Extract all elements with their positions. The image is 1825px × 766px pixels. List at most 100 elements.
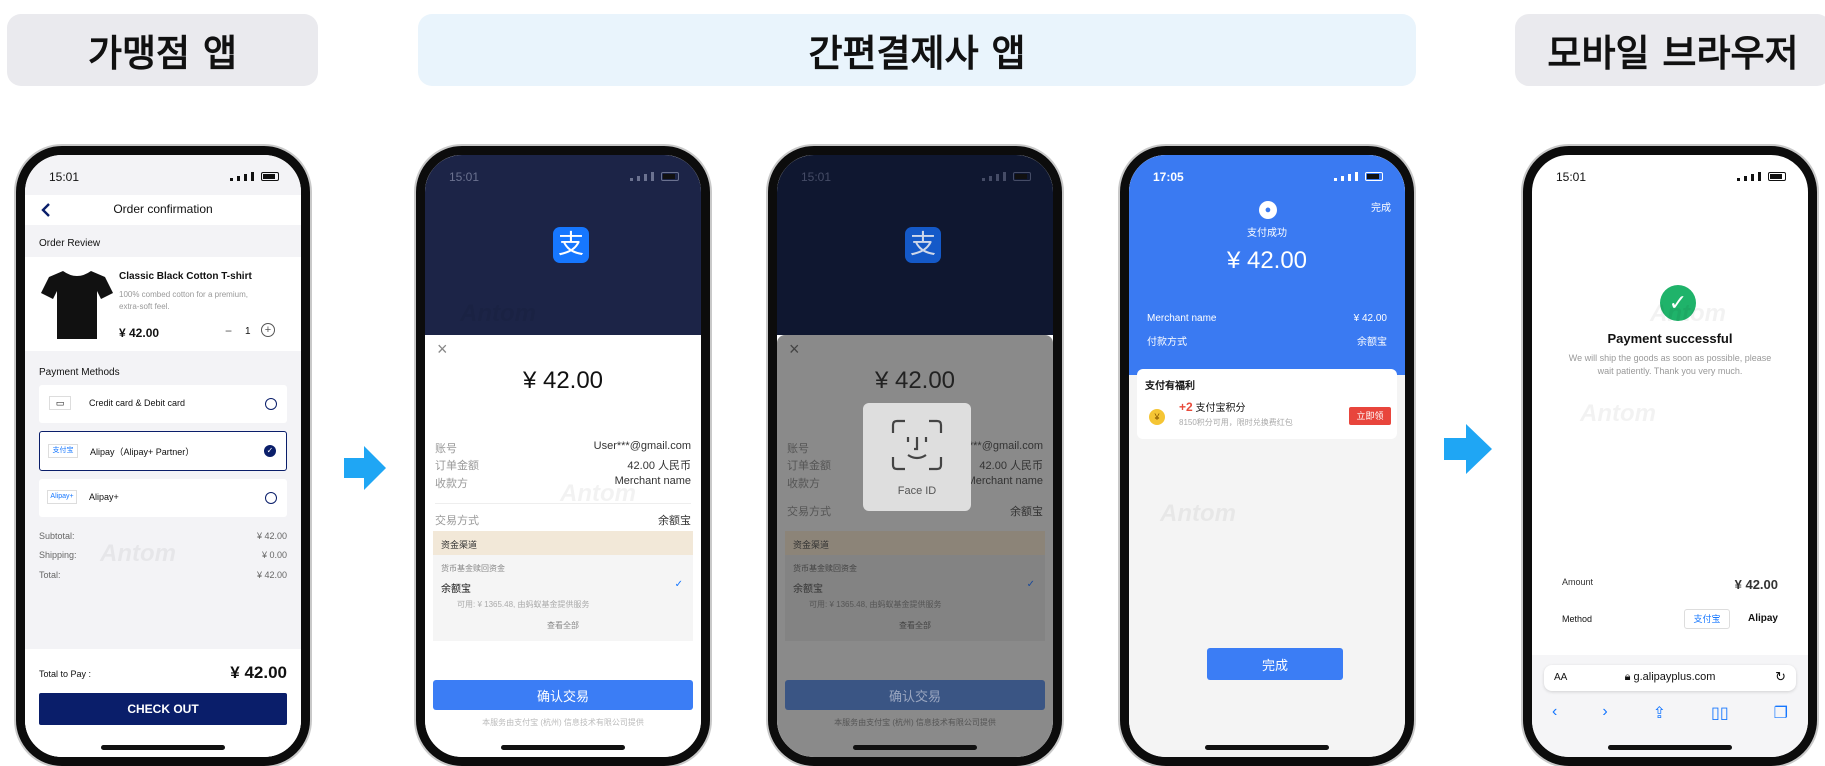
phone-wallet-success: 17:05 完成 ● 支付成功 ¥ 42.00 Merchant name ¥ 4…: [1120, 146, 1414, 766]
pay-method-value: 余额宝: [658, 515, 691, 527]
face-id-overlay: Face ID: [863, 403, 971, 511]
header-merchant-app-label: 가맹점 앱: [87, 32, 238, 75]
phone-wallet-confirm: 15:01 支 × ¥ 42.00 账号 User***@gmail.com 订单…: [416, 146, 710, 766]
summary-row: Shipping: ¥ 0.00: [39, 550, 287, 560]
home-indicator: [853, 745, 977, 750]
summary-row: Total: ¥ 42.00: [39, 570, 287, 580]
points-sub: 8150积分可用，限时兑换费红包: [1179, 418, 1293, 427]
status-bar: 15:01: [777, 167, 1053, 185]
claim-button[interactable]: 立即领: [1349, 407, 1391, 425]
signal-wifi-battery-icons: [1737, 172, 1786, 181]
done-top-link[interactable]: 完成: [1371, 199, 1391, 214]
view-all-link[interactable]: 查看全部: [433, 610, 693, 631]
alipay-badge: 支付宝: [48, 444, 78, 458]
fund-channel-item: 余额宝 ✓: [793, 579, 1035, 595]
method-row: Method 支付宝 Alipay: [1562, 607, 1778, 633]
fund-channel-item[interactable]: 余额宝 ✓: [433, 574, 693, 595]
header-mobile-browser: 모바일 브라우저: [1515, 14, 1825, 86]
fund-channel-available: 可用: ¥ 1365.48, 由蚂蚁基金提供服务: [809, 600, 942, 609]
product-card: Classic Black Cotton T-shirt 100% combed…: [25, 257, 301, 351]
status-time: 17:05: [1153, 170, 1184, 184]
signal-wifi-battery-icons: [630, 172, 679, 181]
fund-channel-sub: 货币基金赎回资金: [441, 564, 505, 573]
payment-option-label: Alipay（Alipay+ Partner）: [90, 447, 195, 457]
payment-sheet: × ¥ 42.00 账号 User***@gmail.com 订单金额 42.00 …: [425, 335, 701, 757]
face-id-label: Face ID: [897, 485, 937, 497]
pay-method-row[interactable]: 交易方式 余额宝: [435, 503, 691, 528]
checkout-button[interactable]: CHECK OUT: [39, 693, 287, 725]
minus-button[interactable]: −: [225, 324, 232, 338]
arrow-right-icon: [1444, 424, 1492, 474]
status-time: 15:01: [1556, 170, 1587, 184]
payment-option-alipay[interactable]: 支付宝 Alipay（Alipay+ Partner） ✓: [39, 431, 287, 471]
confirm-transaction-button: 确认交易: [785, 680, 1045, 710]
back-icon[interactable]: ‹: [1552, 703, 1557, 723]
fund-channel-box: 资金渠道 货币基金赎回资金 余额宝 ✓ 可用: ¥ 1365.48, 由蚂蚁基金提…: [433, 531, 693, 641]
address-bar[interactable]: AA 🔒︎ g.alipayplus.com ↻: [1544, 665, 1796, 691]
home-indicator: [1608, 745, 1732, 750]
credit-card-icon: ▭: [49, 396, 71, 410]
fund-channel-title: 资金渠道: [785, 531, 1045, 555]
checkout-panel: Total to Pay : ¥ 42.00 CHECK OUT: [25, 649, 301, 757]
status-time: 15:01: [449, 170, 480, 184]
product-description: 100% combed cotton for a premium, extra-…: [119, 290, 248, 311]
success-check-icon: ✓: [1660, 285, 1696, 321]
phone-wallet-faceid: 15:01 支 × ¥ 42.00 账号 User***@gmail.com 订单…: [768, 146, 1062, 766]
product-name: Classic Black Cotton T-shirt: [119, 271, 252, 282]
benefit-title: 支付有福利: [1145, 381, 1195, 392]
share-icon[interactable]: ⇪: [1653, 703, 1666, 723]
radio-unchecked[interactable]: [265, 492, 277, 504]
home-indicator: [101, 745, 225, 750]
service-footer: 本服务由支付宝 (杭州) 信息技术有限公司提供: [482, 718, 644, 727]
radio-unchecked[interactable]: [265, 398, 277, 410]
service-footer: 本服务由支付宝 (杭州) 信息技术有限公司提供: [834, 718, 996, 727]
radio-checked[interactable]: ✓: [264, 445, 276, 457]
signal-wifi-battery-icons: [982, 172, 1031, 181]
detail-row: 订单金额 42.00 人民币: [435, 460, 691, 472]
payment-sheet-dimmed: × ¥ 42.00 账号 User***@gmail.com 订单金额 42.00 …: [777, 335, 1053, 757]
tabs-icon[interactable]: ❐: [1774, 703, 1788, 723]
signal-wifi-battery-icons: [230, 172, 279, 181]
confirm-transaction-button[interactable]: 确认交易: [433, 680, 693, 710]
plus-button[interactable]: +: [261, 323, 275, 337]
forward-icon[interactable]: ›: [1602, 703, 1607, 723]
alipay-plus-badge: Alipay+: [47, 490, 77, 504]
status-bar: 15:01: [425, 167, 701, 185]
header-mobile-browser-label: 모바일 브라우저: [1547, 32, 1799, 75]
home-indicator: [501, 745, 625, 750]
reload-icon[interactable]: ↻: [1775, 669, 1786, 685]
merchant-row: Merchant name ¥ 42.00: [1147, 313, 1387, 324]
phone-merchant-app: 15:01 Order confirmation Order Review Cl…: [16, 146, 310, 766]
payment-success-title: Payment successful: [1607, 331, 1733, 346]
status-time: 15:01: [801, 170, 832, 184]
url-text[interactable]: 🔒︎ g.alipayplus.com: [1544, 671, 1796, 684]
payment-option-card[interactable]: ▭ Credit card & Debit card: [39, 385, 287, 423]
close-icon[interactable]: ×: [789, 339, 800, 360]
benefit-card: 支付有福利 ¥ +2 支付宝积分 8150积分可用，限时兑换费红包 立即领: [1137, 369, 1397, 439]
total-to-pay-value: ¥ 42.00: [230, 663, 287, 682]
tshirt-image: [41, 271, 113, 339]
detail-row: 账号 User***@gmail.com: [435, 440, 691, 455]
fund-channel-sub: 货币基金赎回资金: [793, 564, 857, 573]
success-label: 支付成功: [1247, 228, 1287, 239]
nav-bar: Order confirmation: [25, 195, 301, 225]
method-label: Method: [1562, 614, 1593, 624]
close-icon[interactable]: ×: [437, 339, 448, 360]
detail-row: 收款方 Merchant name: [435, 475, 691, 490]
payment-option-alipay-plus[interactable]: Alipay+ Alipay+: [39, 479, 287, 517]
quantity-value: 1: [245, 326, 251, 337]
alipay-logo-icon: 支: [905, 227, 941, 263]
payment-success-desc: We will ship the goods as soon as possib…: [1568, 353, 1772, 376]
status-time: 15:01: [49, 170, 80, 184]
lock-icon: 🔒︎: [1624, 671, 1631, 683]
success-check-icon: ●: [1259, 201, 1277, 219]
fund-channel-available: 可用: ¥ 1365.48, 由蚂蚁基金提供服务: [457, 600, 590, 609]
status-bar: 15:01: [25, 167, 301, 185]
points-icon: ¥: [1149, 409, 1165, 425]
phone-mobile-browser: 15:01 ✓ Payment successful We will ship …: [1523, 146, 1817, 766]
bookmarks-icon[interactable]: ▯▯: [1711, 703, 1729, 723]
payment-option-label: Alipay+: [89, 492, 119, 502]
browser-toolbar: ‹ › ⇪ ▯▯ ❐: [1552, 703, 1788, 723]
alipay-logo-icon: 支: [553, 227, 589, 263]
done-button[interactable]: 完成: [1207, 648, 1343, 680]
